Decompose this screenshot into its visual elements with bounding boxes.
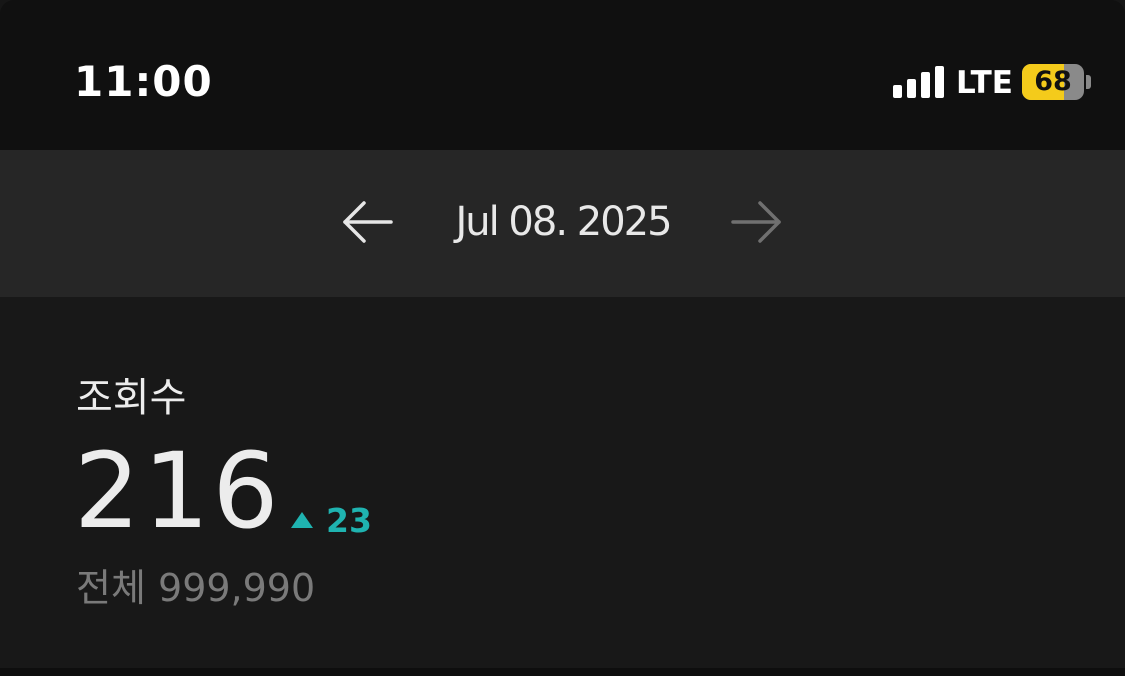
next-date-button[interactable] [730, 198, 782, 246]
arrow-left-icon [343, 201, 393, 243]
views-label: 조회수 [76, 375, 187, 421]
bottom-divider [0, 668, 1125, 676]
views-change: 23 [291, 499, 372, 543]
views-stats-panel: 조회수 216 23 전체 999,990 [0, 297, 1125, 668]
arrow-right-icon [731, 201, 781, 243]
previous-date-button[interactable] [342, 198, 394, 246]
network-type: LTE [956, 65, 1013, 101]
total-views-value: 999,990 [158, 566, 316, 610]
total-views: 전체 999,990 [76, 563, 315, 613]
status-time: 11:00 [74, 57, 213, 106]
views-count: 216 [74, 430, 282, 552]
battery-icon: 68 [1022, 64, 1084, 100]
views-change-value: 23 [326, 501, 372, 540]
battery-level: 68 [1034, 66, 1072, 97]
date-navigator: Jul 08. 2025 [0, 150, 1125, 297]
signal-bars-icon [893, 66, 945, 98]
current-date: Jul 08. 2025 [455, 199, 672, 245]
triangle-up-icon [291, 512, 313, 528]
status-bar: 11:00 LTE 68 [0, 0, 1125, 150]
battery-tip [1086, 75, 1091, 89]
total-views-label: 전체 [76, 566, 146, 610]
